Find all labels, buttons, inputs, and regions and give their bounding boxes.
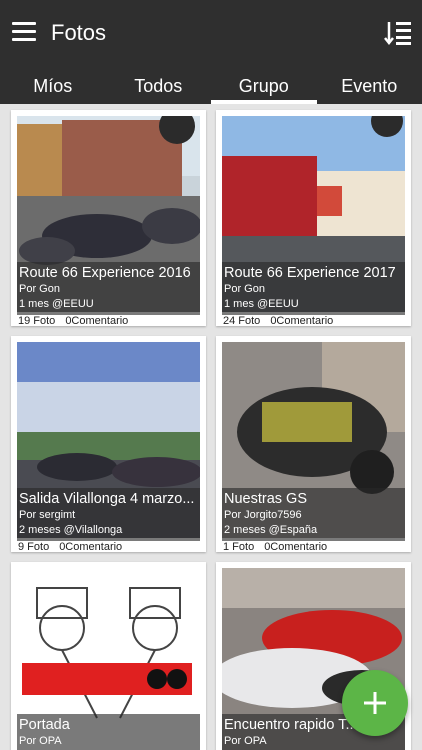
album-author: Por sergimt: [19, 509, 76, 521]
tab-evento[interactable]: Evento: [317, 66, 422, 104]
photo-count: 9 Foto: [18, 541, 50, 553]
album-caption: Nuestras GS Por Jorgito7596 2 meses @Esp…: [222, 488, 405, 541]
album-stats: 24 Foto 0Comentario: [223, 315, 333, 327]
album-caption: Route 66 Experience 2016 Por Gon 1 mes @…: [17, 262, 200, 315]
album-time-location: 2 meses @Vilallonga: [19, 524, 123, 536]
tab-mios[interactable]: Míos: [0, 66, 106, 104]
photo-count: 24 Foto: [223, 315, 261, 327]
comment-count: 0Comentario: [264, 541, 328, 553]
album-card[interactable]: Route 66 Experience 2017 Por Gon 1 mes @…: [216, 110, 411, 327]
app-bar: Fotos Míos Todos Grupo Evento: [0, 0, 422, 104]
album-name: Route 66 Experience 2017: [224, 265, 396, 281]
album-card[interactable]: Salida Vilallonga 4 marzo... Por sergimt…: [11, 336, 206, 553]
hamburger-menu-icon[interactable]: [12, 22, 36, 42]
album-name: Salida Vilallonga 4 marzo...: [19, 491, 195, 507]
album-author: Por Gon: [19, 283, 60, 295]
tab-bar: Míos Todos Grupo Evento: [0, 66, 422, 104]
album-name: Nuestras GS: [224, 491, 307, 507]
album-caption: Portada Por OPA: [17, 714, 200, 750]
album-caption: Route 66 Experience 2017 Por Gon 1 mes @…: [222, 262, 405, 315]
album-stats: 19 Foto 0Comentario: [18, 315, 128, 327]
album-author: Por OPA: [224, 735, 267, 747]
album-author: Por OPA: [19, 735, 62, 747]
album-time-location: 2 meses @España: [224, 524, 318, 536]
comment-count: 0Comentario: [65, 315, 129, 327]
album-grid: Route 66 Experience 2016 Por Gon 1 mes @…: [0, 104, 422, 750]
plus-icon: [364, 692, 386, 714]
album-time-location: 1 mes @EEUU: [19, 298, 94, 310]
album-card[interactable]: Route 66 Experience 2016 Por Gon 1 mes @…: [11, 110, 206, 327]
album-caption: Salida Vilallonga 4 marzo... Por sergimt…: [17, 488, 200, 541]
album-author: Por Jorgito7596: [224, 509, 302, 521]
add-album-button[interactable]: [342, 670, 408, 736]
album-name: Route 66 Experience 2016: [19, 265, 191, 281]
photo-count: 1 Foto: [223, 541, 255, 553]
page-title: Fotos: [51, 20, 107, 45]
album-stats: 1 Foto 0Comentario: [223, 541, 327, 553]
comment-count: 0Comentario: [270, 315, 334, 327]
album-author: Por Gon: [224, 283, 265, 295]
album-name: Portada: [19, 717, 70, 733]
photo-count: 19 Foto: [18, 315, 56, 327]
album-stats: 9 Foto 0Comentario: [18, 541, 122, 553]
tab-todos[interactable]: Todos: [106, 66, 212, 104]
sort-list-icon[interactable]: [384, 20, 412, 46]
album-time-location: 1 mes @EEUU: [224, 298, 299, 310]
tab-grupo[interactable]: Grupo: [211, 66, 317, 104]
album-card[interactable]: Nuestras GS Por Jorgito7596 2 meses @Esp…: [216, 336, 411, 553]
comment-count: 0Comentario: [59, 541, 123, 553]
album-card[interactable]: Portada Por OPA: [11, 562, 206, 750]
